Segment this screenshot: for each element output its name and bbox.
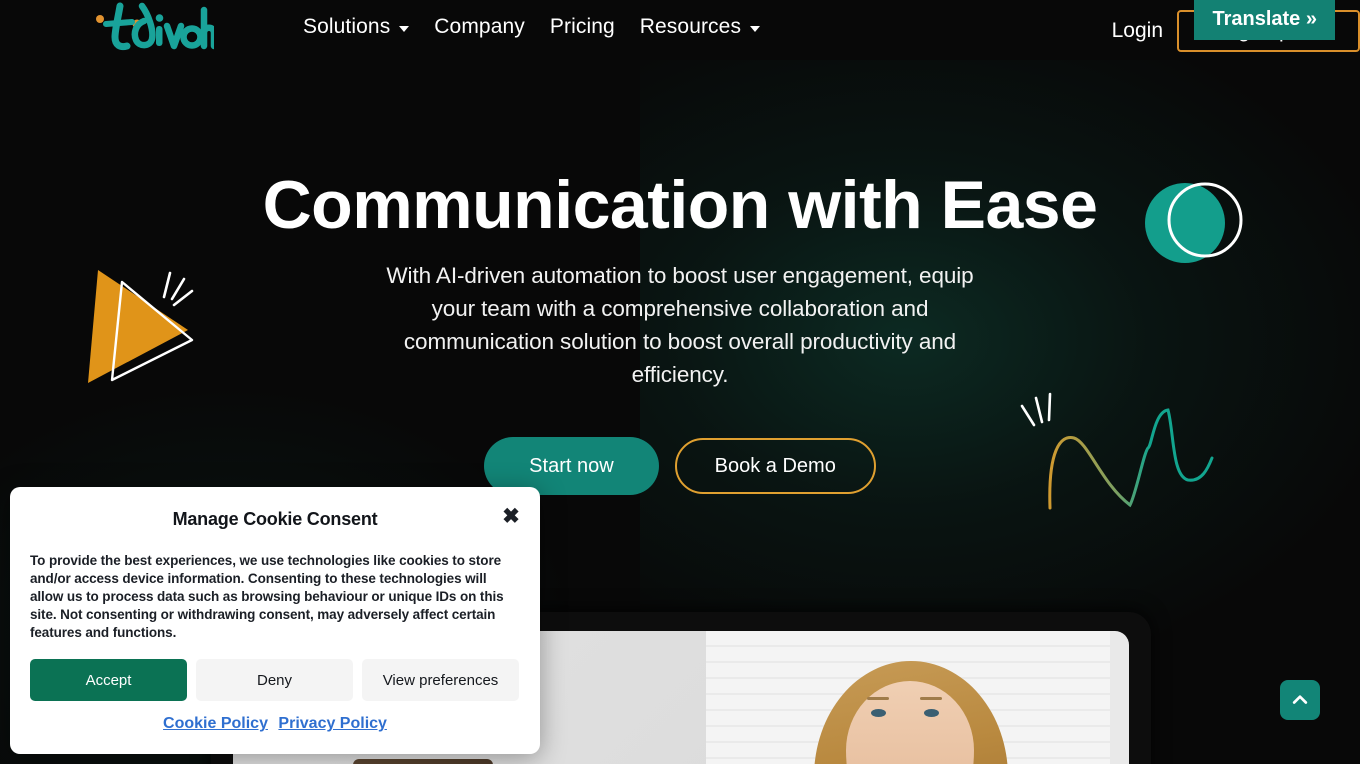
main-navigation: Solutions Company Pricing Resources: [303, 15, 761, 39]
hero-subtitle: With AI-driven automation to boost user …: [386, 263, 974, 387]
nav-label-resources: Resources: [639, 15, 742, 38]
privacy-policy-link[interactable]: Privacy Policy: [278, 715, 387, 732]
cookie-dialog-title: Manage Cookie Consent: [172, 509, 378, 529]
chevron-down-icon: [399, 26, 410, 32]
view-preferences-button[interactable]: View preferences: [362, 659, 519, 701]
mockup-participant-thumbnail: [353, 759, 493, 764]
nav-label-solutions: Solutions: [303, 15, 391, 38]
nav-label-pricing: Pricing: [549, 15, 615, 38]
nav-item-resources[interactable]: Resources: [639, 15, 761, 39]
chevron-up-icon: [1292, 695, 1308, 704]
accept-button[interactable]: Accept: [30, 659, 187, 701]
cookie-dialog-body: To provide the best experiences, we use …: [30, 553, 504, 640]
logo-icon: [96, 2, 218, 51]
nav-label-company: Company: [434, 15, 525, 38]
mockup-person-brow-left: [867, 697, 889, 700]
mockup-person-eye-left: [871, 709, 886, 717]
nav-item-company[interactable]: Company: [434, 15, 525, 39]
chevron-down-icon: [750, 26, 761, 32]
cookie-button-group: Accept Deny View preferences: [30, 659, 519, 701]
landing-page: Solutions Company Pricing Resources Logi…: [0, 0, 1360, 764]
cookie-policy-links: Cookie Policy Privacy Policy: [10, 715, 540, 733]
scroll-to-top-button[interactable]: [1280, 680, 1320, 720]
book-demo-button[interactable]: Book a Demo: [674, 438, 876, 494]
deny-button[interactable]: Deny: [196, 659, 353, 701]
cookie-policy-link[interactable]: Cookie Policy: [163, 715, 268, 732]
page-title: Communication with Ease: [262, 167, 1098, 243]
logo-toivoh[interactable]: [88, 2, 218, 54]
login-link[interactable]: Login: [1112, 19, 1163, 43]
cookie-consent-dialog: Manage Cookie Consent ✖ To provide the b…: [10, 487, 540, 754]
mockup-person-brow-right: [920, 697, 942, 700]
close-icon[interactable]: ✖: [500, 505, 522, 527]
translate-widget[interactable]: Translate »: [1194, 0, 1335, 40]
hero-section: Communication with Ease With AI-driven a…: [0, 0, 1360, 560]
mockup-person-eye-right: [924, 709, 939, 717]
nav-item-solutions[interactable]: Solutions: [303, 15, 410, 39]
mockup-video-feed: [706, 631, 1110, 764]
site-header: Solutions Company Pricing Resources Logi…: [0, 0, 1360, 60]
nav-item-pricing[interactable]: Pricing: [550, 15, 615, 39]
